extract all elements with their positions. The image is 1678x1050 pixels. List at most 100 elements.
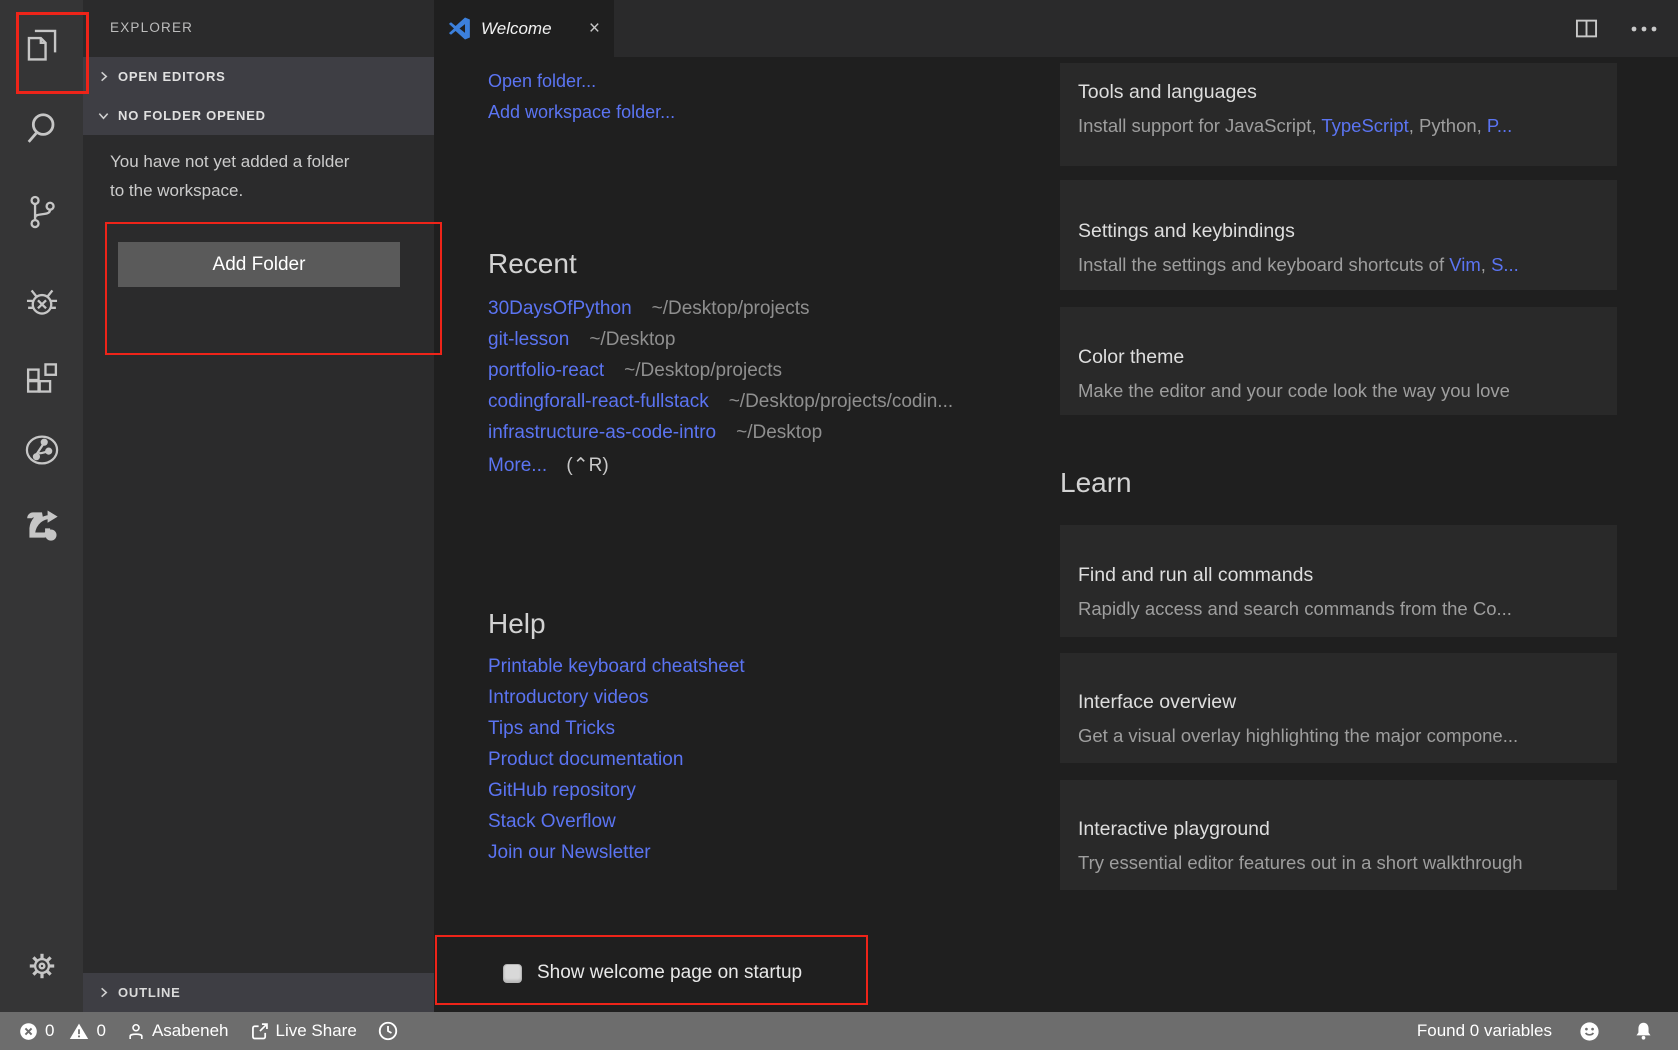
card-interactive-playground[interactable]: Interactive playground Try essential edit…: [1060, 780, 1617, 890]
start-link-row: New file: [488, 57, 675, 66]
add-folder-button[interactable]: Add Folder: [118, 242, 400, 287]
card-tools-and-languages[interactable]: Tools and languagesInstall support for J…: [1060, 63, 1617, 166]
source-control-icon[interactable]: [23, 194, 60, 231]
card-title: Interactive playground: [1078, 816, 1597, 842]
activity-bar: [0, 0, 83, 1012]
start-link[interactable]: New file: [488, 57, 552, 60]
start-link[interactable]: Open folder...: [488, 71, 596, 91]
customize-cards: Tools and languagesInstall support for J…: [1060, 63, 1617, 415]
customize-learn-column: Tools and languagesInstall support for J…: [1060, 63, 1617, 890]
welcome-page: New file Open folder... Add workspace fold…: [434, 57, 1678, 1012]
clock-icon: [377, 1020, 399, 1042]
card-title: Color theme: [1078, 344, 1597, 370]
help-link[interactable]: Tips and Tricks: [488, 713, 745, 744]
recent-item-path: ~/Desktop: [736, 422, 822, 443]
chevron-right-icon: [97, 70, 110, 83]
recent-item: 30DaysOfPython~/Desktop/projects: [488, 293, 953, 324]
recent-item: codingforall-react-fullstack~/Desktop/pr…: [488, 386, 953, 417]
files-explorer-icon[interactable]: [23, 25, 61, 63]
section-label: OUTLINE: [118, 985, 181, 1000]
no-folder-message: You have not yet added a folder to the w…: [110, 147, 368, 205]
card-settings-and-keybindings[interactable]: Settings and keybindingsInstall the sett…: [1060, 180, 1617, 290]
person-icon: [126, 1021, 146, 1042]
more-shortcut-hint: (⌃R): [566, 455, 608, 476]
section-label: NO FOLDER OPENED: [118, 108, 266, 123]
status-bar-right: Found 0 variables: [1417, 1020, 1660, 1043]
help-link[interactable]: Printable keyboard cheatsheet: [488, 651, 745, 682]
card-inline-link[interactable]: S...: [1491, 254, 1519, 275]
tab-welcome[interactable]: Welcome ×: [434, 0, 614, 57]
live-share-item[interactable]: Live Share: [249, 1021, 357, 1042]
card-title: Find and run all commands: [1078, 562, 1597, 588]
editor-group: Welcome × New file Open folder... Add work…: [434, 0, 1678, 1012]
learn-heading: Learn: [1060, 466, 1617, 500]
search-icon[interactable]: [23, 110, 60, 147]
more-actions-icon[interactable]: [1630, 24, 1658, 34]
show-welcome-checkbox[interactable]: [503, 964, 522, 983]
card-description: Make the editor and your code look the w…: [1078, 379, 1597, 403]
card-text: Try essential editor features out in a s…: [1078, 852, 1523, 873]
show-welcome-label: Show welcome page on startup: [537, 962, 802, 984]
circle-branch-icon[interactable]: [23, 433, 61, 467]
debug-bug-icon[interactable]: [23, 284, 60, 321]
help-link[interactable]: GitHub repository: [488, 775, 745, 806]
card-text: Install the settings and keyboard shortc…: [1078, 254, 1449, 275]
card-inline-link[interactable]: Vim: [1449, 254, 1481, 275]
recent-item-link[interactable]: codingforall-react-fullstack: [488, 391, 709, 412]
section-open-editors[interactable]: OPEN EDITORS: [83, 57, 434, 96]
smiley-icon: [1578, 1020, 1601, 1043]
startup-option: Show welcome page on startup: [503, 959, 802, 987]
section-label: OPEN EDITORS: [118, 69, 226, 84]
editor-actions: [1573, 0, 1678, 57]
help-link[interactable]: Introductory videos: [488, 682, 745, 713]
vscode-window: EXPLORER OPEN EDITORS NO FOLDER OPENED Y…: [0, 0, 1678, 1050]
sidebar-sections: OPEN EDITORS NO FOLDER OPENED: [83, 57, 434, 135]
recent-item-link[interactable]: 30DaysOfPython: [488, 298, 632, 319]
account-name: Asabeneh: [152, 1021, 229, 1041]
recent-section: Recent 30DaysOfPython~/Desktop/projectsg…: [488, 247, 953, 477]
recent-item-link[interactable]: git-lesson: [488, 329, 569, 350]
recent-item: git-lesson~/Desktop: [488, 324, 953, 355]
card-description: Install the settings and keyboard shortc…: [1078, 253, 1597, 277]
section-outline[interactable]: OUTLINE: [83, 973, 434, 1012]
section-no-folder-opened[interactable]: NO FOLDER OPENED: [83, 96, 434, 135]
recent-item-path: ~/Desktop/projects: [624, 360, 782, 381]
card-description: Try essential editor features out in a s…: [1078, 851, 1597, 875]
start-links: New file Open folder... Add workspace fold…: [488, 57, 675, 128]
card-description: Rapidly access and search commands from …: [1078, 597, 1597, 621]
learn-cards: Find and run all commands Rapidly access …: [1060, 525, 1617, 890]
account-item[interactable]: Asabeneh: [126, 1021, 229, 1042]
chevron-down-icon: [97, 109, 110, 122]
settings-gear-icon[interactable]: [25, 949, 59, 983]
card-inline-link[interactable]: P...: [1487, 115, 1512, 136]
card-description: Get a visual overlay highlighting the ma…: [1078, 724, 1597, 748]
more-link[interactable]: More...: [488, 455, 547, 476]
start-link-row: Add workspace folder...: [488, 97, 675, 128]
help-link[interactable]: Stack Overflow: [488, 806, 745, 837]
sidebar-title: EXPLORER: [110, 20, 193, 35]
clock-item[interactable]: [377, 1020, 405, 1042]
help-link[interactable]: Join our Newsletter: [488, 837, 745, 868]
recent-heading: Recent: [488, 247, 953, 281]
split-editor-icon[interactable]: [1573, 15, 1600, 42]
notifications-item[interactable]: [1633, 1020, 1660, 1042]
card-inline-link[interactable]: TypeScript: [1321, 115, 1408, 136]
tab-close-icon[interactable]: ×: [589, 19, 600, 38]
card-interface-overview[interactable]: Interface overviewGet a visual overlay h…: [1060, 653, 1617, 763]
warning-icon: [68, 1021, 90, 1042]
start-link[interactable]: Add workspace folder...: [488, 102, 675, 122]
live-share-label: Live Share: [276, 1021, 357, 1041]
problems-indicator[interactable]: 0 0: [18, 1021, 106, 1042]
start-link-row: Open folder...: [488, 66, 675, 97]
card-text: Rapidly access and search commands from …: [1078, 598, 1512, 619]
card-color-theme[interactable]: Color theme Make the editor and your code…: [1060, 307, 1617, 415]
chevron-right-icon: [97, 986, 110, 999]
help-link[interactable]: Product documentation: [488, 744, 745, 775]
share-arrow-icon[interactable]: [23, 507, 61, 543]
recent-item-link[interactable]: portfolio-react: [488, 360, 604, 381]
extensions-icon[interactable]: [23, 362, 60, 399]
card-find-and-run-all-commands[interactable]: Find and run all commands Rapidly access …: [1060, 525, 1617, 637]
feedback-smiley-item[interactable]: [1578, 1020, 1607, 1043]
recent-item-link[interactable]: infrastructure-as-code-intro: [488, 422, 716, 443]
status-bar: 0 0 Asabeneh Live Share Found 0 variable…: [0, 1012, 1678, 1050]
